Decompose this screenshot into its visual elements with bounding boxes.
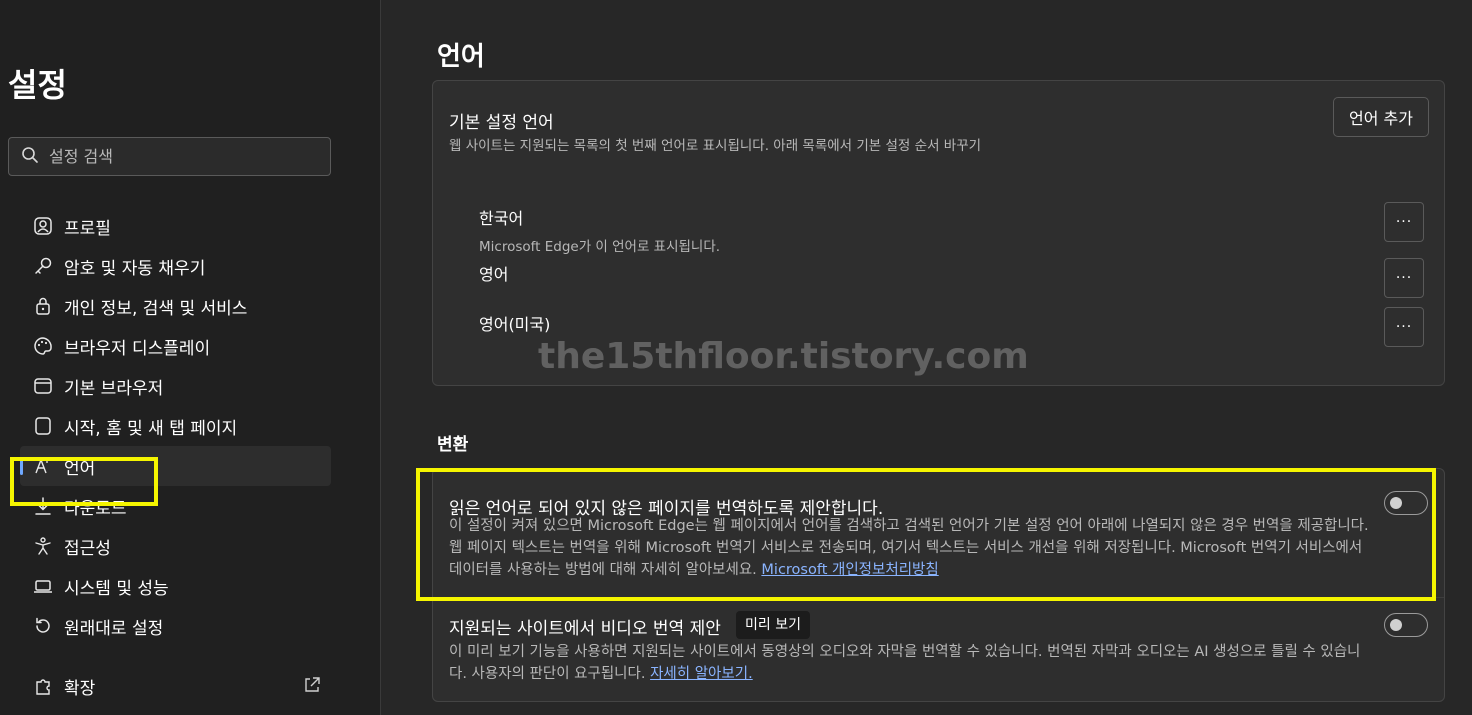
nav-item-label: 기본 브라우저 [64, 378, 164, 399]
page-title: 언어 [437, 42, 485, 72]
language-row-korean: 한국어 Microsoft Edge가 이 언어로 표시됩니다. [479, 205, 720, 255]
nav-item-accessibility[interactable]: 접근성 [20, 526, 331, 566]
lock-icon [32, 295, 54, 317]
settings-search-input[interactable] [49, 147, 319, 166]
video-translate-title: 지원되는 사이트에서 비디오 번역 제안 [449, 619, 721, 639]
video-translate-description: 이 미리 보기 기능을 사용하면 지원되는 사이트에서 동영상의 오디오와 자막… [449, 641, 1369, 685]
preferred-languages-title: 기본 설정 언어 [449, 113, 554, 133]
nav-item-label: 시작, 홈 및 새 탭 페이지 [64, 418, 238, 439]
browser-icon [32, 375, 54, 397]
language-more-button[interactable]: ··· [1384, 258, 1424, 298]
laptop-icon [32, 575, 54, 597]
nav-item-default-browser[interactable]: 기본 브라우저 [20, 366, 331, 406]
search-icon [21, 146, 39, 168]
nav-item-privacy[interactable]: 개인 정보, 검색 및 서비스 [20, 286, 331, 326]
language-note: Microsoft Edge가 이 언어로 표시됩니다. [479, 239, 721, 255]
nav-item-passwords[interactable]: 암호 및 자동 채우기 [20, 246, 331, 286]
highlight-box-offer-translate [416, 468, 1436, 601]
nav-item-reset[interactable]: 원래대로 설정 [20, 606, 331, 646]
nav-item-label: 시스템 및 성능 [64, 578, 169, 599]
language-name: 영어 [479, 265, 509, 284]
description-line: 이 미리 보기 기능을 사용하면 지원되는 사이트에서 동영상의 오디오와 자막… [449, 644, 1361, 660]
description-line: 다. 사용자의 판단이 요구됩니다. [449, 666, 646, 682]
sidebar-title: 설정 [8, 66, 67, 104]
settings-main: 언어 기본 설정 언어 웹 사이트는 지원되는 목록의 첫 번째 언어로 표시됩… [382, 0, 1472, 715]
preview-badge: 미리 보기 [736, 611, 810, 639]
external-link-icon [303, 676, 321, 699]
watermark-text: the15thfloor.tistory.com [538, 336, 1029, 377]
nav-item-label: 프로필 [64, 218, 111, 239]
language-name: 영어(미국) [479, 315, 551, 334]
extension-icon [32, 675, 54, 697]
profile-icon [32, 215, 54, 237]
nav-item-extensions[interactable]: 확장 [20, 666, 331, 706]
nav-item-label: 원래대로 설정 [64, 618, 164, 639]
nav-item-label: 브라우저 디스플레이 [64, 338, 211, 359]
nav-item-appearance[interactable]: 브라우저 디스플레이 [20, 326, 331, 366]
nav-item-system[interactable]: 시스템 및 성능 [20, 566, 331, 606]
toggle-knob [1390, 619, 1402, 631]
language-more-button[interactable]: ··· [1384, 307, 1424, 347]
nav-item-label: 접근성 [64, 538, 111, 559]
key-icon [32, 255, 54, 277]
palette-icon [32, 335, 54, 357]
accessibility-icon [32, 535, 54, 557]
reset-icon [32, 615, 54, 637]
language-row-english-us: 영어(미국) [479, 311, 550, 335]
translation-section-title: 변환 [437, 435, 469, 455]
language-row-english: 영어 [479, 261, 508, 285]
nav-item-label: 암호 및 자동 채우기 [64, 258, 206, 279]
language-name: 한국어 [479, 209, 524, 228]
nav-item-label: 개인 정보, 검색 및 서비스 [64, 298, 248, 319]
language-more-button[interactable]: ··· [1384, 202, 1424, 242]
settings-nav: 프로필 암호 및 자동 채우기 개인 정보, 검색 및 서비스 브라우저 디스플… [20, 206, 331, 706]
nav-item-start-home[interactable]: 시작, 홈 및 새 탭 페이지 [20, 406, 331, 446]
add-language-button[interactable]: 언어 추가 [1333, 97, 1429, 137]
settings-search-box[interactable] [8, 137, 331, 176]
settings-sidebar: 설정 프로필 암호 및 자동 채우기 개인 정보, 검색 및 서비스 브라우저 … [0, 0, 381, 715]
preferred-languages-description: 웹 사이트는 지원되는 목록의 첫 번째 언어로 표시됩니다. 아래 목록에서 … [449, 138, 982, 154]
video-translate-toggle[interactable] [1384, 613, 1428, 637]
learn-more-link[interactable]: 자세히 알아보기. [650, 666, 753, 682]
nav-item-profile[interactable]: 프로필 [20, 206, 331, 246]
page-icon [32, 415, 54, 437]
nav-item-label: 확장 [64, 678, 96, 699]
highlight-box-nav [10, 457, 158, 506]
